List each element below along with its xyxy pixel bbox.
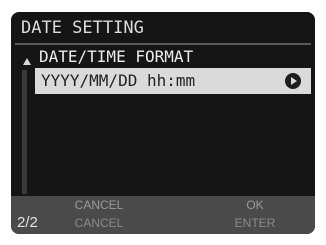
scroll-up-icon[interactable] [23, 58, 31, 65]
title-divider [15, 43, 311, 45]
scrollbar[interactable] [22, 70, 27, 194]
option-label: YYYY/MM/DD hh:mm [41, 71, 196, 90]
date-format-option[interactable]: YYYY/MM/DD hh:mm [35, 68, 311, 94]
menu-title: DATE SETTING [21, 18, 144, 38]
cancel-button[interactable]: CANCEL [59, 198, 139, 212]
cancel-button-secondary[interactable]: CANCEL [59, 216, 139, 230]
camera-menu-screen: DATE SETTING DATE/TIME FORMAT YYYY/MM/DD… [11, 12, 315, 234]
ok-button[interactable]: OK [215, 198, 295, 212]
page-indicator: 2/2 [17, 214, 38, 231]
footer-bar: 2/2 CANCEL OK CANCEL ENTER [11, 196, 315, 234]
arrow-right-icon[interactable] [285, 73, 301, 89]
enter-button[interactable]: ENTER [215, 216, 295, 230]
section-label: DATE/TIME FORMAT [39, 47, 194, 66]
